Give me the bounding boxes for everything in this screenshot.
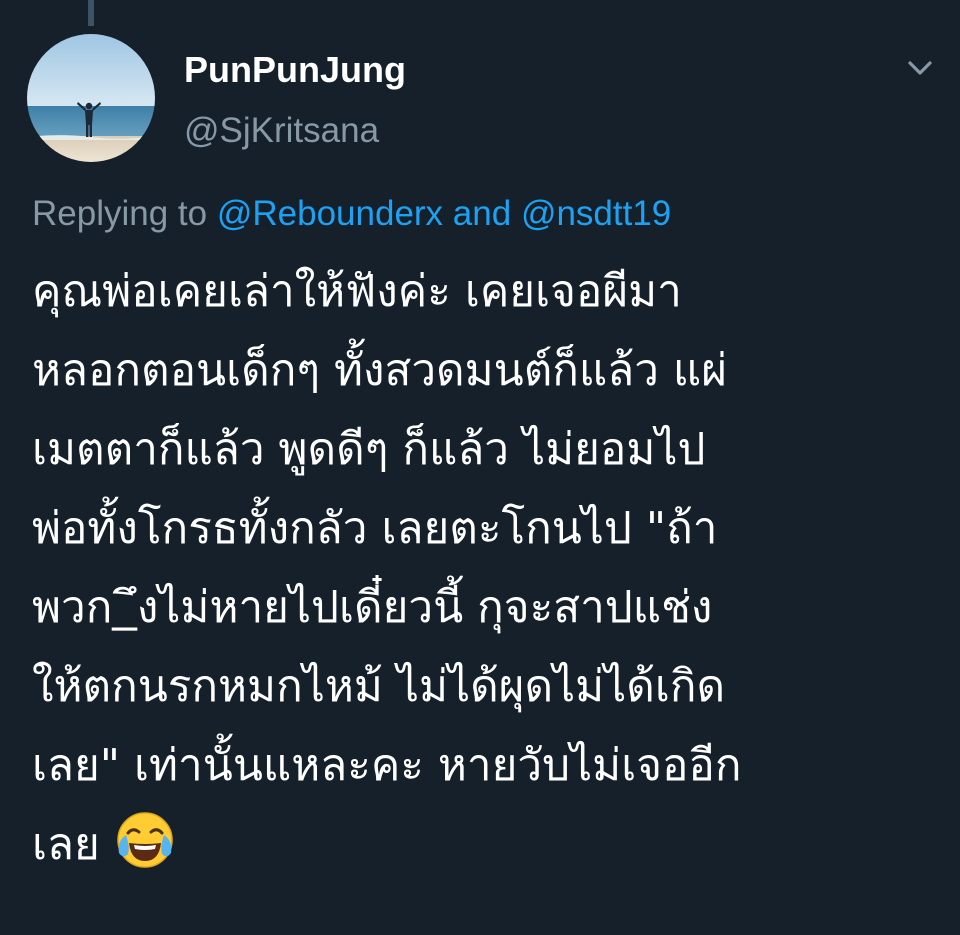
chevron-down-icon[interactable] — [902, 54, 938, 82]
tweet-text-line-last: เลย — [32, 805, 942, 884]
tweet-text-line: พ่อทั้งโกรธทั้งกลัว เลยตะโกนไป "ถ้า — [32, 503, 718, 554]
tweet-text-line: พวก_ึงไม่หายไปเดี๋ยวนี้ กุจะสาปแช่ง — [32, 582, 713, 633]
replying-to-line: Replying to @Rebounderx and @nsdtt19 — [32, 192, 671, 236]
tweet-text-line: เมตตาก็แล้ว พูดดีๆ ก็แล้ว ไม่ยอมไป — [32, 424, 706, 475]
tweet-text-line: หลอกตอนเด็กๆ ทั้งสวดมนต์ก็แล้ว แผ่ — [32, 345, 728, 396]
face-with-tears-of-joy-icon — [114, 809, 176, 871]
replying-to-label: Replying to — [32, 194, 208, 233]
mention-link[interactable]: @nsdtt19 — [521, 194, 671, 233]
avatar-beach-photo — [27, 34, 155, 162]
avatar[interactable] — [27, 34, 155, 162]
tweet-text-line: ให้ตกนรกหมกไหม้ ไม่ได้ผุดไม่ได้เกิด — [32, 661, 726, 712]
tweet-text-line: คุณพ่อเคยเล่าให้ฟังค่ะ เคยเจอผีมา — [32, 266, 682, 317]
tweet-text-segment: เลย — [32, 819, 100, 870]
thread-connector-line — [88, 0, 94, 26]
mention-joiner-text[interactable]: and — [453, 194, 511, 233]
mention-joiner — [443, 194, 453, 233]
tweet-text: คุณพ่อเคยเล่าให้ฟังค่ะ เคยเจอผีมา หลอกตอ… — [32, 252, 942, 884]
mention-link[interactable]: @Rebounderx — [217, 194, 443, 233]
author-display-name[interactable]: PunPunJung — [184, 48, 406, 92]
author-handle[interactable]: @SjKritsana — [184, 110, 379, 152]
tweet-text-line: เลย" เท่านั้นแหละคะ หายวับไม่เจออีก — [32, 740, 742, 791]
